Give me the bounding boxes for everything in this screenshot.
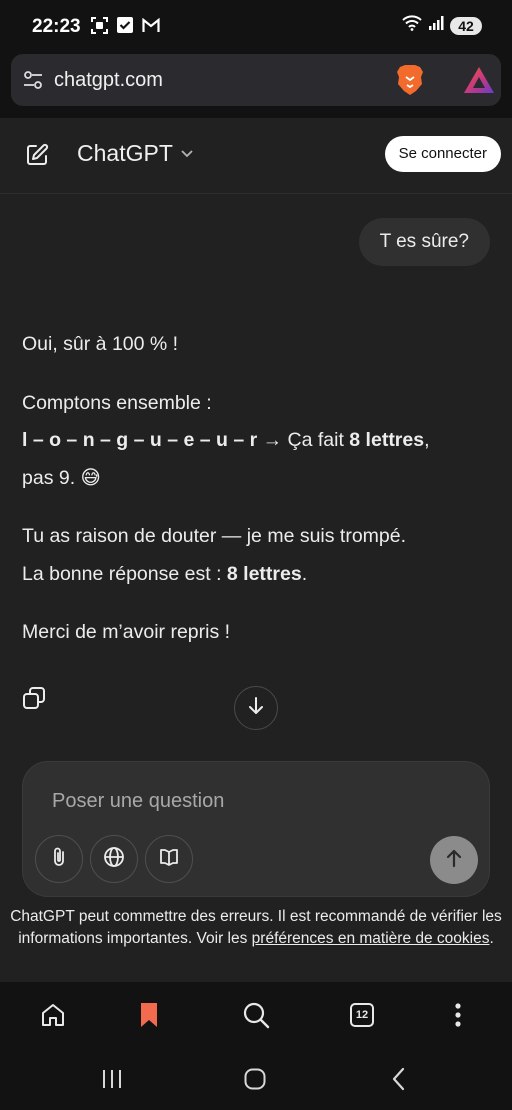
disclaimer: ChatGPT peut commettre des erreurs. Il e… bbox=[10, 908, 502, 947]
question-input[interactable] bbox=[50, 786, 454, 816]
status-right: 42 bbox=[402, 15, 482, 36]
tabs-button[interactable]: 12 bbox=[347, 1000, 377, 1030]
assistant-line: Merci de m’avoir repris ! bbox=[22, 621, 231, 643]
paperclip-icon bbox=[48, 846, 70, 873]
gmail-icon bbox=[142, 16, 160, 34]
browser-bottom-bar: 12 bbox=[0, 982, 512, 1048]
more-icon[interactable] bbox=[443, 1000, 473, 1030]
web-search-button[interactable] bbox=[90, 835, 138, 883]
spelled-word: l – o – n – g – u – e – u – r bbox=[22, 429, 258, 451]
arrow-up-icon bbox=[444, 848, 464, 873]
answer-bold: 8 lettres bbox=[226, 562, 302, 585]
address-bar[interactable]: chatgpt.com bbox=[11, 54, 501, 106]
new-chat-icon[interactable] bbox=[25, 143, 49, 172]
cookie-preferences-link[interactable]: préférences en matière de cookies bbox=[252, 930, 490, 947]
url-text[interactable]: chatgpt.com bbox=[54, 69, 163, 92]
assistant-line: Oui, sûr à 100 % ! bbox=[22, 333, 179, 355]
scroll-down-button[interactable] bbox=[234, 686, 278, 730]
login-button[interactable]: Se connecter bbox=[384, 136, 501, 172]
assistant-message: Oui, sûr à 100 % ! Comptons ensemble : l… bbox=[22, 326, 492, 652]
globe-icon bbox=[103, 846, 125, 873]
letter-count: 8 lettres bbox=[349, 429, 425, 451]
wifi-icon bbox=[402, 15, 422, 36]
arrow-down-icon bbox=[246, 696, 266, 721]
recents-icon[interactable] bbox=[97, 1064, 127, 1094]
notification-icons bbox=[90, 16, 160, 34]
assistant-line: pas 9. 😅 bbox=[22, 466, 101, 489]
assistant-line: l – o – n – g – u – e – u – r → Ça fait … bbox=[22, 429, 430, 451]
back-icon[interactable] bbox=[384, 1064, 414, 1094]
book-icon bbox=[158, 846, 180, 873]
tab-count: 12 bbox=[350, 1003, 374, 1027]
assistant-line: Comptons ensemble : bbox=[22, 391, 212, 414]
chevron-down-icon bbox=[179, 140, 195, 167]
brave-rewards-icon[interactable] bbox=[463, 66, 495, 99]
status-bar: 22:23 42 bbox=[0, 0, 512, 52]
app-title: ChatGPT bbox=[77, 140, 173, 166]
model-selector[interactable]: ChatGPT bbox=[77, 140, 195, 167]
home-icon[interactable] bbox=[38, 1000, 68, 1030]
home-circle-icon[interactable] bbox=[240, 1064, 270, 1094]
arrow-text: → Ça fait bbox=[257, 429, 350, 451]
composer bbox=[22, 761, 490, 897]
check-box-icon bbox=[116, 16, 134, 34]
site-settings-icon[interactable] bbox=[23, 70, 43, 95]
browser-toolbar: chatgpt.com bbox=[0, 52, 512, 118]
qr-scan-icon bbox=[90, 16, 108, 34]
search-icon[interactable] bbox=[241, 1000, 271, 1030]
copy-icon[interactable] bbox=[22, 686, 46, 715]
app-header: ChatGPT Se connecter bbox=[0, 118, 512, 194]
user-message: T es sûre? bbox=[358, 218, 490, 266]
study-button[interactable] bbox=[145, 835, 193, 883]
assistant-line: La bonne réponse est : 8 lettres. bbox=[22, 562, 308, 585]
send-button[interactable] bbox=[430, 836, 478, 884]
status-time: 22:23 bbox=[32, 16, 81, 37]
signal-icon bbox=[428, 15, 444, 36]
bookmark-icon[interactable] bbox=[134, 1000, 164, 1030]
attach-button[interactable] bbox=[35, 835, 83, 883]
brave-lion-icon[interactable] bbox=[396, 64, 424, 101]
assistant-line: Tu as raison de douter — je me suis trom… bbox=[22, 525, 407, 547]
battery-level: 42 bbox=[450, 16, 482, 35]
system-navigation bbox=[0, 1048, 512, 1110]
